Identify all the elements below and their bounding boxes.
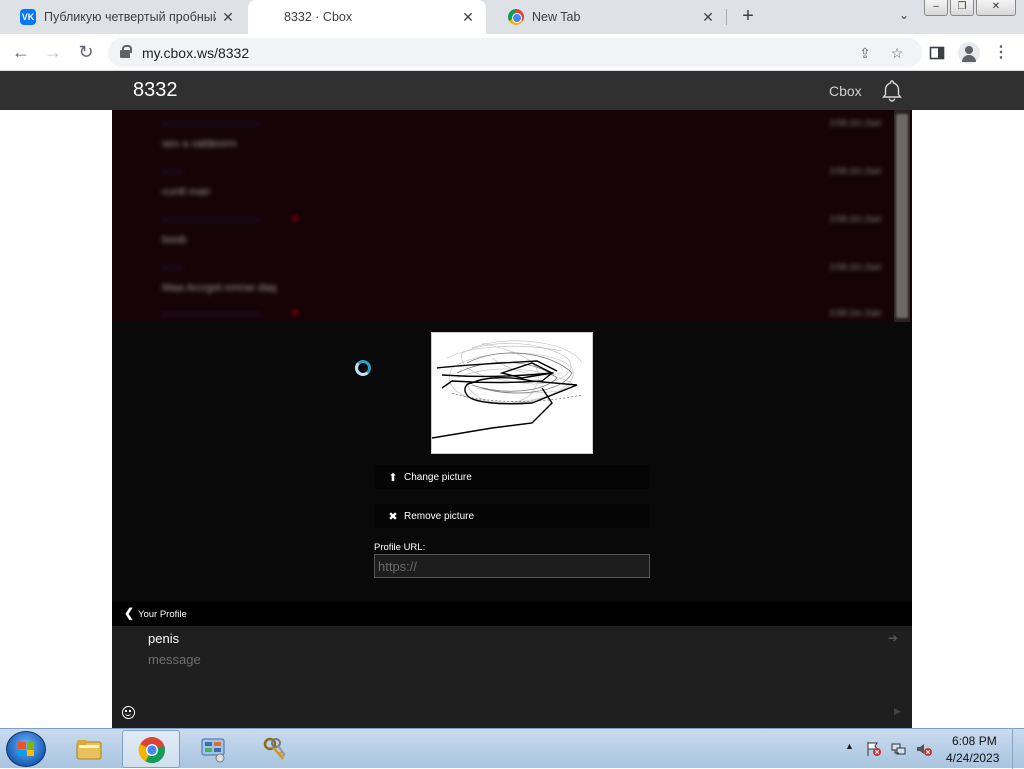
chat-message-time: 3:58 2m 2ser <box>829 262 882 272</box>
browser-tab-strip: VK Публикую четвертый пробный ✕ 8332 · C… <box>0 0 1024 34</box>
chat-message-name: ————————— <box>162 118 261 130</box>
profile-url-input[interactable] <box>374 554 650 578</box>
profile-url-label: Profile URL: <box>374 542 426 553</box>
chat-message-text: sex a valdeorm <box>162 138 237 150</box>
remove-picture-label: Remove picture <box>404 510 475 522</box>
folder-icon <box>75 735 103 763</box>
loading-spinner-icon <box>355 360 371 376</box>
windows-logo-icon <box>18 742 34 756</box>
new-tab-button[interactable]: + <box>736 5 760 29</box>
chat-scrollbar[interactable] <box>894 110 910 322</box>
tab-search-chevron-icon[interactable]: ⌄ <box>894 8 914 26</box>
tab-cbox[interactable]: 8332 · Cbox ✕ <box>248 0 486 34</box>
chat-message: ————————— ♥ 3:58 2m 2ser <box>162 308 882 322</box>
chat-message-name: —— <box>162 262 184 274</box>
chat-history: ————————— sex a valdeorm 3:58 2m 2ser ——… <box>112 110 912 322</box>
control-panel-icon <box>199 735 227 763</box>
close-tab-icon[interactable]: ✕ <box>220 9 236 25</box>
close-window-button[interactable]: ✕ <box>976 0 1016 16</box>
chat-message-text: cuntt man <box>162 186 211 198</box>
chat-message-time: 3:58 2m 2ser <box>829 214 882 224</box>
remove-picture-button[interactable]: ✖ Remove picture <box>374 504 650 528</box>
forward-arrow-icon[interactable]: → <box>40 40 66 66</box>
address-url[interactable]: my.cbox.ws/8332 <box>142 45 249 61</box>
chat-message: —— cuntt man 3:58 2m 2ser <box>162 166 882 212</box>
chat-message: ————————— ♥ boob 3:58 2m 2ser <box>162 214 882 260</box>
profile-picture <box>431 332 593 454</box>
message-input[interactable] <box>148 652 848 667</box>
chat-message-name: ————————— <box>162 214 261 226</box>
minimize-button[interactable]: – <box>924 0 948 16</box>
vk-icon: VK <box>20 9 36 25</box>
windows-taskbar: ▲ 6:08 PM 4/24/2023 <box>0 728 1024 769</box>
side-panel-icon[interactable] <box>926 42 948 64</box>
chat-message-text: boob <box>162 234 187 246</box>
bookmark-star-icon[interactable]: ☆ <box>888 44 906 62</box>
chat-message-time: 3:58 2m 2ser <box>829 118 882 128</box>
share-icon[interactable]: ⇪ <box>856 44 874 62</box>
scrollbar-thumb[interactable] <box>896 114 908 318</box>
lock-icon[interactable] <box>120 45 132 58</box>
upload-icon: ⬆ <box>388 471 398 484</box>
change-picture-label: Change picture <box>404 471 472 483</box>
chat-message-text: Maa Arcrgot nmrse daq <box>162 282 277 294</box>
taskbar-control-panel[interactable] <box>184 730 242 768</box>
heart-icon: ♥ <box>292 214 298 225</box>
site-header: 8332 Cbox <box>0 71 1024 110</box>
tab-separator <box>726 9 727 25</box>
show-desktop-button[interactable] <box>1012 729 1024 769</box>
tab-title: 8332 · Cbox <box>284 10 353 24</box>
cbox-panel: ————————— sex a valdeorm 3:58 2m 2ser ——… <box>112 110 912 728</box>
login-icon[interactable]: ➔ <box>888 631 898 645</box>
taskbar-chrome[interactable] <box>122 730 180 768</box>
tab-title: Публикую четвертый пробный <box>44 10 216 24</box>
start-button[interactable] <box>6 731 46 767</box>
bell-icon[interactable] <box>880 79 904 103</box>
volume-muted-icon[interactable] <box>916 741 932 757</box>
back-arrow-icon[interactable]: ← <box>8 40 34 66</box>
chrome-icon <box>508 9 524 25</box>
network-icon[interactable] <box>891 741 907 757</box>
chat-message-time: 3:58 2m 2ser <box>829 166 882 176</box>
chevron-left-icon[interactable]: ❮ <box>124 606 134 620</box>
taskbar-explorer[interactable] <box>60 730 118 768</box>
show-hidden-icons-icon[interactable]: ▲ <box>845 741 854 751</box>
tab-vk[interactable]: VK Публикую четвертый пробный ✕ <box>0 0 246 34</box>
action-center-flag-icon[interactable] <box>866 741 882 757</box>
restore-button[interactable]: ❐ <box>950 0 974 16</box>
tab-title: New Tab <box>532 10 581 24</box>
address-bar[interactable]: my.cbox.ws/8332 ⇪ ☆ <box>108 38 922 67</box>
chat-message: ————————— sex a valdeorm 3:58 2m 2ser <box>162 118 882 164</box>
close-tab-icon[interactable]: ✕ <box>460 9 476 25</box>
brand-link[interactable]: Cbox <box>829 83 862 99</box>
submit-arrow-icon[interactable]: ▶ <box>894 706 901 717</box>
keys-icon <box>261 735 289 763</box>
tab-new-tab[interactable]: New Tab ✕ <box>488 0 726 34</box>
menu-kebab-icon[interactable]: ⋮ <box>990 42 1012 64</box>
remove-x-icon: ✖ <box>388 510 398 523</box>
chrome-icon <box>138 736 166 764</box>
chat-message-name: —— <box>162 166 184 178</box>
clock-time[interactable]: 6:08 PM <box>952 734 997 748</box>
change-picture-button[interactable]: ⬆ Change picture <box>374 465 650 489</box>
close-tab-icon[interactable]: ✕ <box>700 9 716 25</box>
heart-icon: ♥ <box>292 308 298 319</box>
smiley-icon[interactable] <box>122 706 135 719</box>
your-profile-label[interactable]: Your Profile <box>138 609 187 620</box>
reload-icon[interactable]: ↻ <box>73 40 99 66</box>
chat-message: —— Maa Arcrgot nmrse daq 3:58 2m 2ser <box>162 262 882 308</box>
browser-toolbar: ← → ↻ my.cbox.ws/8332 ⇪ ☆ ⋮ <box>0 34 1024 71</box>
clock-date[interactable]: 4/24/2023 <box>946 751 999 765</box>
compose-name[interactable]: penis <box>148 631 179 646</box>
chat-message-time: 3:58 2m 2ser <box>829 308 882 318</box>
compose-area: penis ➔ ▶ <box>112 626 912 728</box>
page-title: 8332 <box>133 79 178 101</box>
window-controls: – ❐ ✕ <box>924 0 1016 18</box>
your-profile-bar[interactable]: ❮ Your Profile <box>112 602 912 626</box>
taskbar-keys-app[interactable] <box>246 730 304 768</box>
chat-message-name: ————————— <box>162 308 261 320</box>
profile-avatar-icon[interactable] <box>958 42 980 64</box>
